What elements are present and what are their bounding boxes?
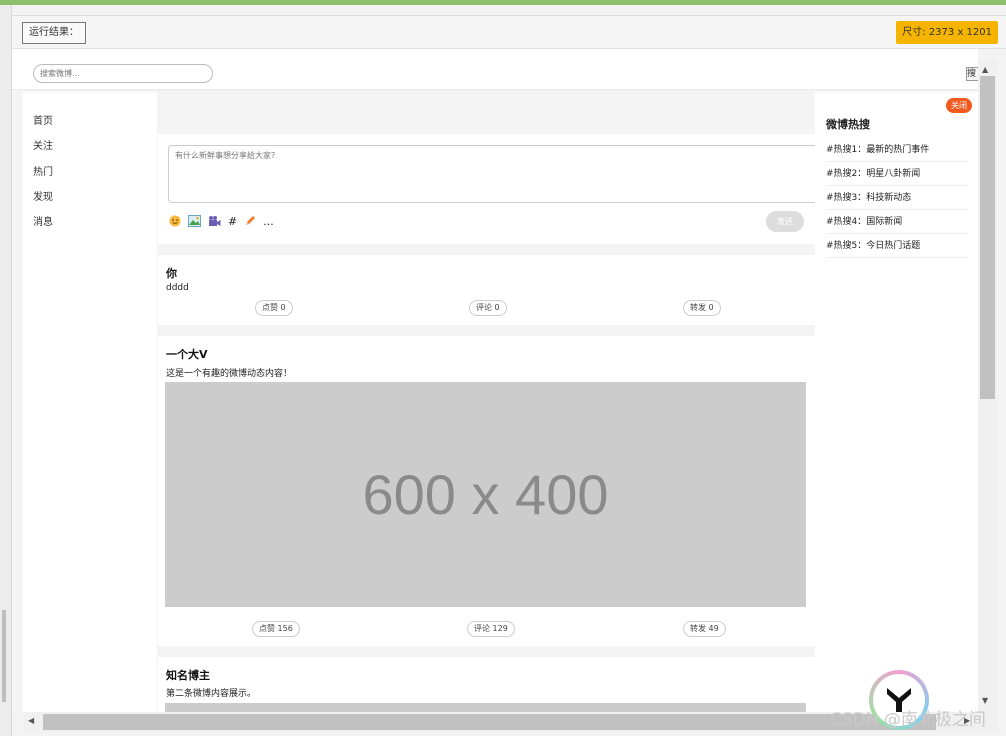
scroll-left-arrow-icon[interactable]: ◀ [28,716,34,725]
sidebar-nav: 首页 关注 热门 发现 消息 [23,92,157,712]
edit-icon[interactable] [244,215,256,229]
scroll-down-arrow-icon[interactable]: ▼ [982,696,988,705]
sidebar-item-home[interactable]: 首页 [33,112,53,127]
horizontal-scroll-thumb[interactable] [43,714,936,730]
video-icon[interactable] [208,215,221,229]
repost-button[interactable]: 转发 0 [683,300,721,316]
post-image[interactable] [165,703,806,712]
post-author[interactable]: 知名博主 [166,667,210,683]
feed-banner [158,92,815,134]
like-button[interactable]: 点赞 0 [255,300,293,316]
hot-search-item[interactable]: #热搜1：最新的热门事件 [826,139,968,162]
post-content: 第二条微博内容展示。 [166,689,257,699]
emoji-icon[interactable] [169,215,181,229]
publish-button[interactable]: 发送 [766,211,804,232]
compose-textarea[interactable] [168,145,815,203]
repost-button[interactable]: 转发 49 [683,621,726,637]
post-card: 你 dddd 点赞 0 评论 0 转发 0 [158,255,815,325]
post-content: 这是一个有趣的微博动态内容！ [166,369,293,379]
main-feed: # ... 发送 你 dddd 点赞 0 评论 0 转发 0 一个大V 这是一个… [158,92,815,712]
scroll-up-arrow-icon[interactable]: ▲ [982,65,988,74]
run-result-button[interactable]: 运行结果： [22,22,86,44]
left-gutter [0,5,12,736]
size-badge: 尺寸: 2373 x 1201 [896,21,998,44]
preview-viewport: 搜 首页 关注 热门 发现 消息 # ... 发送 你 dddd 点赞 0 评论 [12,49,978,712]
post-card: 一个大V 这是一个有趣的微博动态内容！ 600 x 400 点赞 156 评论 … [158,336,815,646]
hot-search-item[interactable]: #热搜4：国际新闻 [826,211,968,234]
post-card: 知名博主 第二条微博内容展示。 [158,657,815,712]
image-icon[interactable] [188,215,201,229]
watermark-text: CSDN @南北极之间 [830,710,986,730]
window-top-strip [0,0,1006,5]
post-composer: # ... 发送 [158,134,815,244]
hot-search-panel: 关闭 微博热搜 #热搜1：最新的热门事件 #热搜2：明星八卦新闻 #热搜3：科技… [815,92,978,712]
preview-toolbar: 运行结果： 尺寸: 2373 x 1201 [12,15,1006,49]
comment-button[interactable]: 评论 0 [469,300,507,316]
vertical-scrollbar[interactable]: ▲ ▼ [978,59,997,712]
post-image[interactable]: 600 x 400 [165,382,806,607]
post-content: dddd [166,283,189,293]
hot-search-item[interactable]: #热搜5：今日热门话题 [826,235,968,258]
like-button[interactable]: 点赞 156 [252,621,300,637]
post-author[interactable]: 你 [166,265,177,281]
hot-search-item[interactable]: #热搜3：科技新动态 [826,187,968,210]
more-icon[interactable]: ... [263,215,274,229]
search-bar: 搜 [12,49,978,90]
sidebar-item-messages[interactable]: 消息 [33,213,53,228]
topic-icon[interactable]: # [228,215,237,229]
vertical-scroll-thumb[interactable] [980,76,995,399]
sidebar-item-hot[interactable]: 热门 [33,163,53,178]
search-button[interactable]: 搜 [966,67,978,81]
sidebar-item-follow[interactable]: 关注 [33,137,53,152]
comment-button[interactable]: 评论 129 [467,621,515,637]
close-button[interactable]: 关闭 [946,98,972,113]
hot-search-item[interactable]: #热搜2：明星八卦新闻 [826,163,968,186]
hot-search-title: 微博热搜 [826,118,870,131]
sidebar-item-discover[interactable]: 发现 [33,188,53,203]
gutter-marker [2,610,6,702]
composer-tools: # ... [169,214,274,230]
post-author[interactable]: 一个大V [166,346,208,362]
search-input[interactable] [33,64,213,83]
